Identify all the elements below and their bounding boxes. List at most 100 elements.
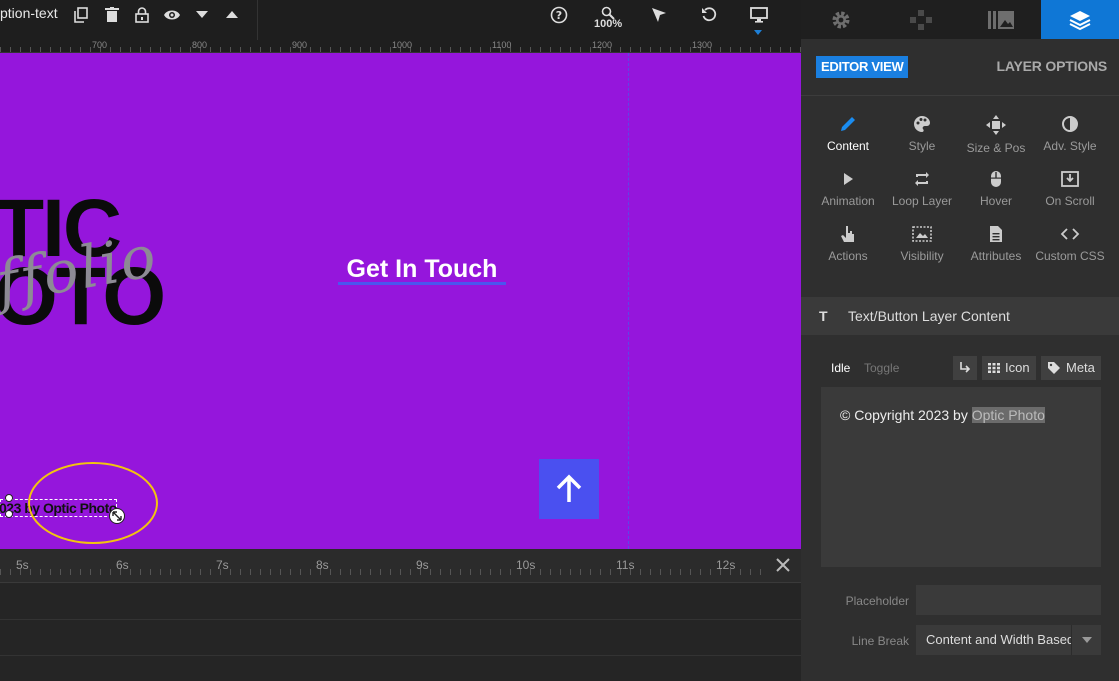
option-label: Actions — [828, 249, 868, 263]
slide-canvas[interactable]: TIC OTO ffolio Get In Touch 023 by Optic… — [0, 53, 801, 549]
placeholder-label: Placeholder — [845, 594, 909, 608]
media-library-icon — [988, 10, 1014, 29]
highlight-circle — [28, 462, 158, 544]
option-label: Visibility — [900, 249, 944, 263]
meta-insert-button[interactable]: Meta — [1041, 356, 1101, 380]
option-custom-css[interactable]: Custom CSS — [1033, 225, 1107, 275]
select-pointer-icon[interactable] — [648, 4, 670, 26]
resize-handle[interactable] — [5, 494, 13, 502]
grid-guide-line — [628, 53, 629, 549]
tab-toggle[interactable]: Toggle — [864, 361, 899, 375]
move-up-icon[interactable] — [221, 4, 243, 26]
option-adv-style[interactable]: Adv. Style — [1033, 115, 1107, 165]
icon-insert-button[interactable]: Icon — [982, 356, 1036, 380]
timeline-row[interactable] — [0, 620, 801, 656]
ruler-label: 900 — [292, 40, 308, 50]
return-arrow-icon — [960, 362, 971, 373]
meta-button-label: Meta — [1066, 360, 1095, 375]
option-label: Size & Pos — [966, 141, 1026, 155]
contrast-icon — [1062, 116, 1078, 132]
svg-text:?: ? — [556, 9, 562, 22]
desktop-icon[interactable] — [748, 4, 770, 26]
visibility-icon[interactable] — [161, 4, 183, 26]
option-label: Hover — [979, 194, 1012, 208]
close-timeline-icon[interactable] — [773, 555, 795, 577]
duplicate-icon[interactable] — [70, 4, 92, 26]
code-icon — [1060, 228, 1080, 240]
option-label: Adv. Style — [1043, 139, 1097, 153]
content-state-tabs: Idle Toggle Icon Meta — [821, 356, 1111, 380]
horizontal-ruler: 700 800 900 1000 1100 1200 1300 — [0, 40, 801, 53]
timeline-label: 7s — [216, 558, 229, 572]
move-icon — [986, 115, 1006, 135]
mouse-icon — [991, 171, 1001, 187]
option-style[interactable]: Style — [885, 115, 959, 165]
ruler-label: 1300 — [692, 40, 713, 50]
line-break-label: Line Break — [851, 634, 909, 648]
content-text-selection: Optic Photo — [971, 407, 1045, 423]
move-down-icon[interactable] — [191, 4, 213, 26]
layer-content-textarea[interactable]: © Copyright 2023 by Optic Photo — [821, 387, 1101, 567]
tab-layers[interactable] — [1041, 0, 1119, 39]
option-actions[interactable]: Actions — [811, 225, 885, 275]
option-loop-layer[interactable]: Loop Layer — [885, 170, 959, 220]
option-label: Style — [908, 139, 936, 153]
option-visibility[interactable]: Visibility — [885, 225, 959, 275]
document-icon — [990, 226, 1002, 242]
option-on-scroll[interactable]: On Scroll — [1033, 170, 1107, 220]
toolbar-divider — [257, 0, 258, 40]
timeline-panel: 5s 6s 7s 8s 9s 10s 11s 12s — [0, 549, 801, 681]
layer-options-button[interactable]: LAYER OPTIONS — [997, 58, 1108, 74]
tab-media[interactable] — [961, 0, 1041, 39]
ruler-label: 800 — [192, 40, 208, 50]
line-break-select[interactable]: Content and Width Based — [916, 625, 1101, 655]
editor-view-button[interactable]: EDITOR VIEW — [816, 56, 909, 78]
lock-icon[interactable] — [131, 4, 153, 26]
tab-settings[interactable] — [801, 0, 881, 39]
option-label: Animation — [821, 194, 875, 208]
scroll-to-top-button[interactable] — [539, 459, 599, 519]
option-size-pos[interactable]: Size & Pos — [959, 115, 1033, 165]
layers-icon — [1069, 10, 1091, 30]
palette-icon — [914, 116, 930, 132]
option-label: On Scroll — [1045, 194, 1095, 208]
scroll-download-icon — [1061, 171, 1079, 187]
view-mode-bar: EDITOR VIEW LAYER OPTIONS — [801, 39, 1119, 96]
delete-icon[interactable] — [101, 4, 123, 26]
text-layer-icon: T — [819, 308, 828, 324]
resize-handle[interactable] — [5, 510, 13, 518]
icon-button-label: Icon — [1005, 360, 1030, 375]
option-label: Custom CSS — [1035, 249, 1105, 263]
line-break-insert-button[interactable] — [953, 356, 977, 380]
tab-addons[interactable] — [881, 0, 961, 39]
undo-icon[interactable] — [698, 4, 720, 26]
layer-name-label[interactable]: ption-text — [0, 5, 58, 21]
ruler-label: 1100 — [492, 40, 512, 50]
hand-pointer-icon — [841, 226, 854, 242]
timeline-row[interactable] — [0, 656, 801, 681]
tag-icon — [1048, 362, 1060, 374]
line-break-value: Content and Width Based — [926, 632, 1075, 647]
option-attributes[interactable]: Attributes — [959, 225, 1033, 275]
timeline-row[interactable] — [0, 584, 801, 620]
content-text: © Copyright 2023 by Optic Photo — [840, 407, 1045, 423]
section-title: Text/Button Layer Content — [848, 308, 1010, 324]
zoom-level[interactable]: 100% — [594, 18, 622, 30]
timeline-label: 11s — [616, 558, 635, 572]
option-animation[interactable]: Animation — [811, 170, 885, 220]
section-header[interactable]: T Text/Button Layer Content — [801, 297, 1119, 335]
tab-idle[interactable]: Idle — [831, 361, 850, 375]
option-content[interactable]: Content — [811, 115, 885, 165]
timeline-ruler[interactable]: 5s 6s 7s 8s 9s 10s 11s 12s — [0, 549, 801, 583]
get-in-touch-button[interactable]: Get In Touch — [338, 255, 506, 285]
help-icon[interactable]: ? — [548, 4, 570, 26]
ruler-label: 700 — [92, 40, 108, 50]
addons-icon — [910, 9, 932, 30]
timeline-label: 9s — [416, 558, 429, 572]
placeholder-input[interactable] — [916, 585, 1101, 615]
grid-icon — [988, 363, 1000, 373]
option-hover[interactable]: Hover — [959, 170, 1033, 220]
active-device-indicator — [754, 30, 762, 35]
slider-editor: ption-text ? 100% 700 800 900 1000 1100 … — [0, 0, 1119, 681]
option-label: Content — [826, 139, 870, 153]
